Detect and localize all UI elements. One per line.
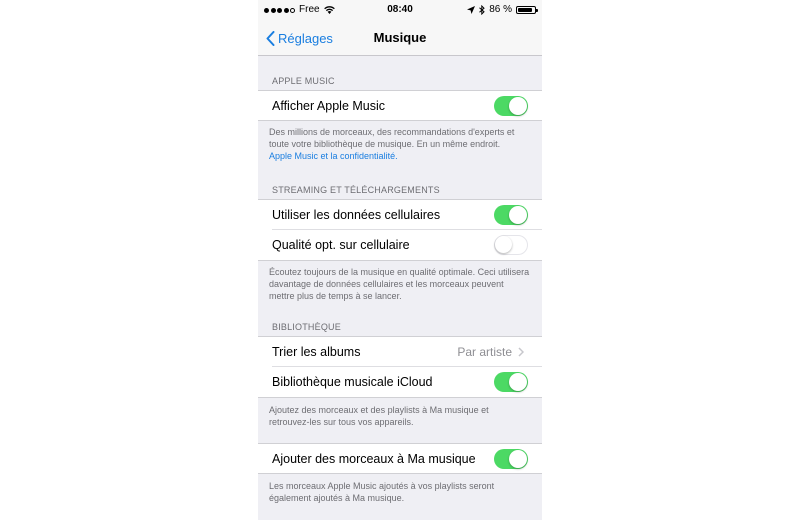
section-header-streaming: STREAMING ET TÉLÉCHARGEMENTS [272,185,440,195]
page-title: Musique [373,30,427,45]
footer-text: Des millions de morceaux, des recommanda… [269,127,515,149]
row-label: Ajouter des morceaux à Ma musique [272,451,476,466]
section-header-apple-music: APPLE MUSIC [272,76,335,86]
section-footer-library: Ajoutez des morceaux et des playlists à … [269,405,489,427]
icloud-library-toggle[interactable] [494,372,528,392]
navigation-bar: Réglages Musique [258,20,542,56]
row-sort-albums[interactable]: Trier les albums Par artiste [258,336,542,367]
chevron-right-icon [518,347,524,357]
toggle-knob [509,450,527,468]
toggle-knob [509,206,527,224]
section-footer-streaming: Écoutez toujours de la musique en qualit… [269,267,530,301]
section-header-library: BIBLIOTHÈQUE [272,322,341,332]
location-icon [467,6,476,14]
sort-albums-value: Par artiste [457,345,524,359]
battery-fill [518,8,532,12]
bluetooth-icon [479,5,485,15]
privacy-link[interactable]: Apple Music et la confidentialité. [269,151,398,161]
sort-value-text: Par artiste [457,345,512,359]
row-cellular-data: Utiliser les données cellulaires [258,199,542,230]
battery-percentage: 86 % [489,4,512,15]
row-label: Afficher Apple Music [272,98,386,113]
toggle-knob [509,373,527,391]
row-label: Utiliser les données cellulaires [272,208,441,222]
section-footer-add-songs: Les morceaux Apple Music ajoutés à vos p… [269,481,495,503]
high-quality-cellular-toggle[interactable] [494,235,528,255]
row-show-apple-music: Afficher Apple Music [258,90,542,121]
row-label: Trier les albums [272,345,361,359]
show-apple-music-toggle[interactable] [494,96,528,116]
toggle-knob [509,97,527,115]
row-high-quality-cellular: Qualité opt. sur cellulaire [258,230,542,261]
row-icloud-library: Bibliothèque musicale iCloud [258,367,542,398]
cellular-data-toggle[interactable] [494,205,528,225]
status-bar: Free 08:40 86 % [258,0,542,20]
settings-screen: Free 08:40 86 % Réglages Musique APPLE M… [258,0,542,520]
row-label: Qualité opt. sur cellulaire [272,238,410,252]
status-bar-right: 86 % [467,0,538,20]
toggle-knob [495,236,512,253]
row-label: Bibliothèque musicale iCloud [272,375,433,389]
battery-icon [516,6,538,14]
row-add-songs: Ajouter des morceaux à Ma musique [258,443,542,474]
section-footer-apple-music: Des millions de morceaux, des recommanda… [269,126,531,162]
add-songs-toggle[interactable] [494,449,528,469]
